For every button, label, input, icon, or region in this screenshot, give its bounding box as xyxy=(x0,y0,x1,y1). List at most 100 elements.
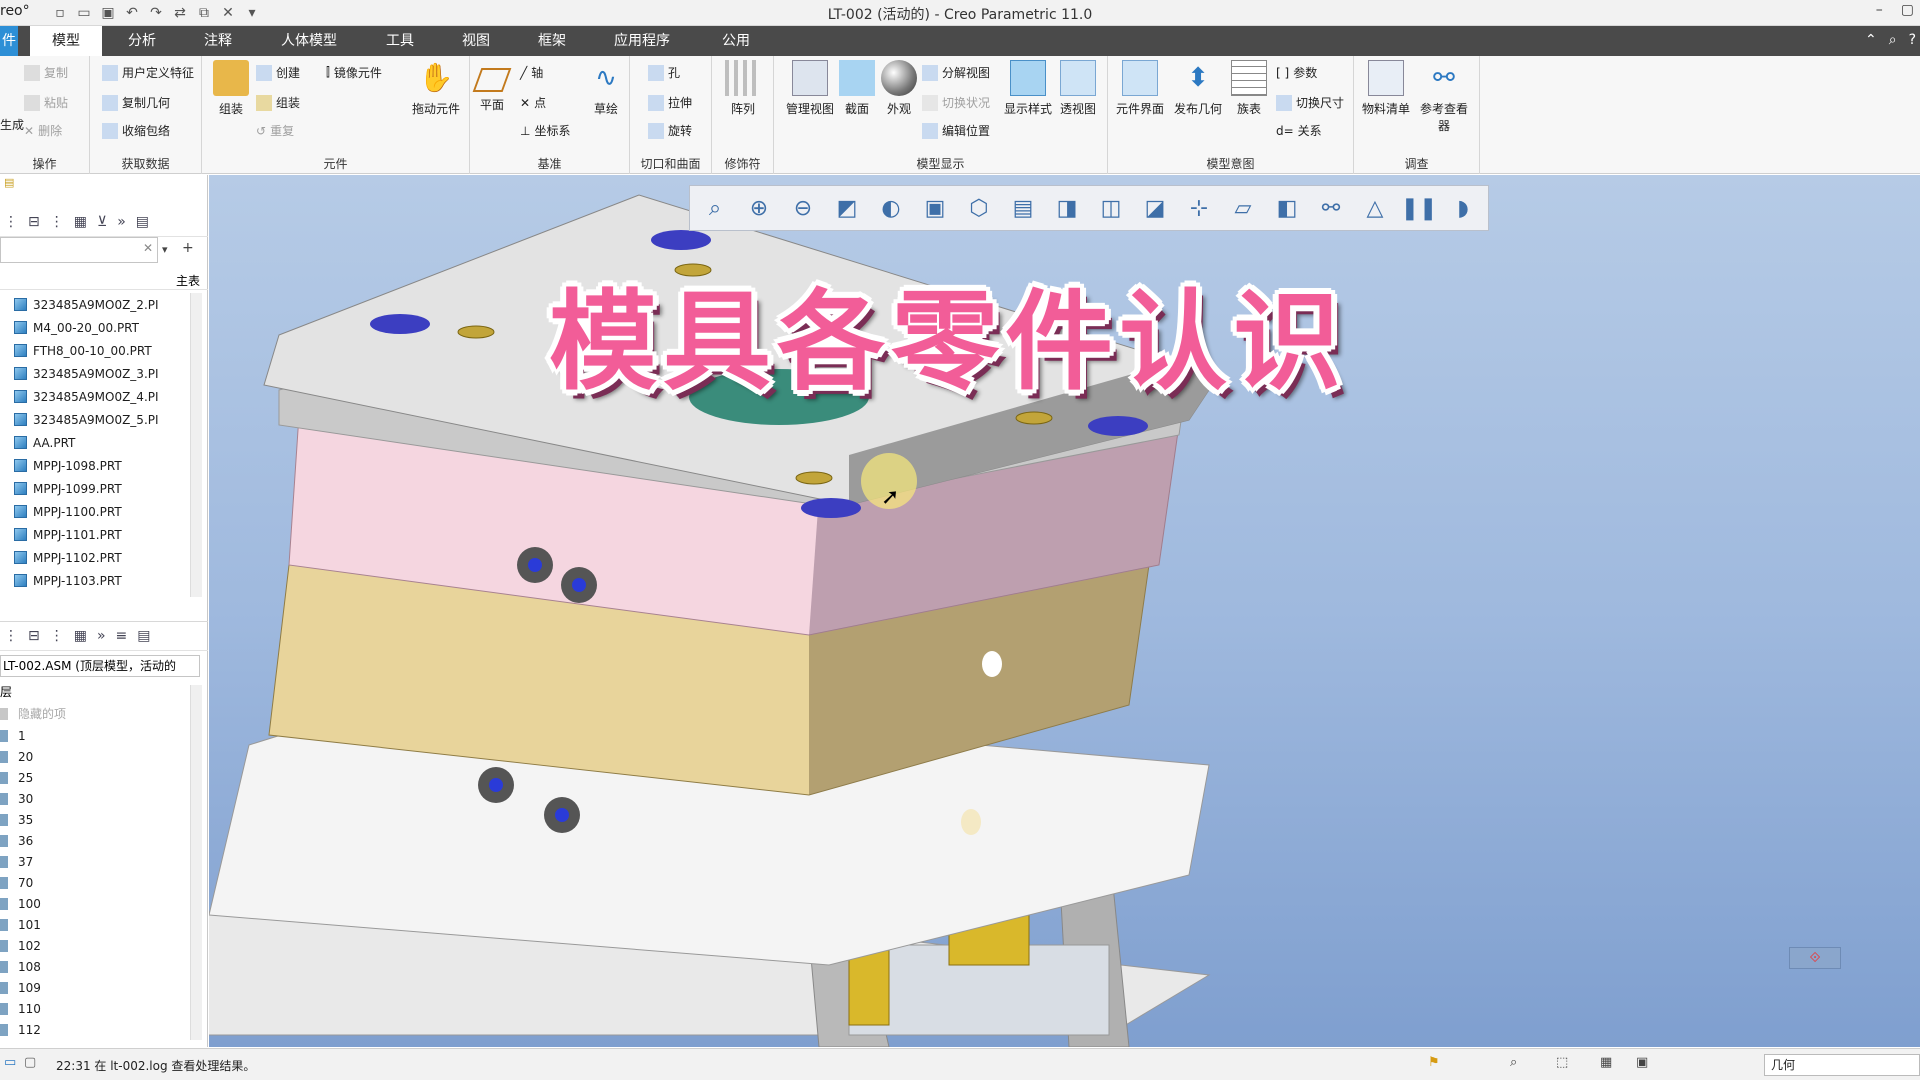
perspective-view-icon[interactable]: ◫ xyxy=(1094,191,1128,225)
sketch-button[interactable]: ∿ 草绘 xyxy=(584,60,628,117)
status-bar-toggle-icon[interactable]: ▭ xyxy=(4,1055,16,1070)
tab-framework[interactable]: 框架 xyxy=(520,26,584,56)
layer-more-icon[interactable]: » xyxy=(97,628,106,644)
tab-model[interactable]: 模型 xyxy=(30,26,102,56)
tree-settings-icon[interactable]: ⋮ xyxy=(4,214,18,230)
selection-filter-select[interactable]: 几何 xyxy=(1764,1054,1920,1076)
display-style-button[interactable]: 显示样式 xyxy=(1000,60,1056,117)
layer-properties-icon[interactable]: ▦ xyxy=(74,628,87,644)
view-manager-icon[interactable]: ▤ xyxy=(1006,191,1040,225)
tree-search-input[interactable]: ✕ xyxy=(0,237,158,263)
layer-settings-icon[interactable]: ⋮ xyxy=(4,628,18,644)
maximize-icon[interactable]: ▢ xyxy=(1901,2,1914,18)
perspective-button[interactable]: 透视图 xyxy=(1050,60,1106,117)
search-icon[interactable]: ⌕ xyxy=(1889,32,1897,48)
layer-item[interactable]: 25 xyxy=(0,767,190,788)
tree-item[interactable]: 323485A9MO0Z_4.PI xyxy=(0,385,190,408)
clear-search-icon[interactable]: ✕ xyxy=(143,241,153,255)
group-label-investigate[interactable]: 调查 xyxy=(1354,155,1479,172)
new-file-icon[interactable]: ▫ xyxy=(50,3,70,23)
layer-expand-icon[interactable]: ⊟ xyxy=(28,628,40,644)
create-component-button[interactable]: 创建 xyxy=(256,64,300,81)
layer-tree-scrollbar[interactable] xyxy=(190,685,202,1040)
section-view-icon[interactable]: ◨ xyxy=(1050,191,1084,225)
layer-columns-icon[interactable]: ⋮ xyxy=(50,628,64,644)
udf-button[interactable]: 用户定义特征 xyxy=(102,64,194,81)
appearance-button[interactable]: 外观 xyxy=(878,60,920,117)
layer-item[interactable]: 20 xyxy=(0,746,190,767)
customize-qat-icon[interactable]: ▾ xyxy=(242,3,262,23)
layer-item[interactable]: 37 xyxy=(0,851,190,872)
copy-geometry-button[interactable]: 复制几何 xyxy=(102,94,170,111)
layer-item[interactable]: 112 xyxy=(0,1019,190,1040)
layer-item[interactable]: 30 xyxy=(0,788,190,809)
pattern-button[interactable]: 阵列 xyxy=(715,60,771,117)
datum-planes-icon[interactable]: ◪ xyxy=(1138,191,1172,225)
model-tree-tab-icon[interactable]: ▤ xyxy=(4,176,14,189)
axis-button[interactable]: ╱ 轴 xyxy=(520,64,543,81)
datum-display-icon[interactable]: ⊹ xyxy=(1182,191,1216,225)
group-label-cut-surface[interactable]: 切口和曲面 xyxy=(630,155,711,172)
window-switch-icon[interactable]: ⧉ xyxy=(194,3,214,23)
toggle-panel-icon[interactable]: ◗ xyxy=(1446,191,1480,225)
close-window-icon[interactable]: ✕ xyxy=(218,3,238,23)
zoom-in-icon[interactable]: ⊕ xyxy=(742,191,776,225)
spin-center-icon[interactable]: ▱ xyxy=(1226,191,1260,225)
switch-dimensions-button[interactable]: 切换尺寸 xyxy=(1276,94,1344,111)
tab-file[interactable]: 件 xyxy=(0,26,18,56)
input-method-widget[interactable]: ⟐ xyxy=(1789,947,1841,969)
exploded-view-button[interactable]: 分解视图 xyxy=(922,64,990,81)
bom-button[interactable]: 物料清单 xyxy=(1358,60,1414,117)
connect-icon[interactable]: ⚯ xyxy=(1314,191,1348,225)
relations-button[interactable]: d= 关系 xyxy=(1276,122,1322,139)
group-label-model-intent[interactable]: 模型意图 xyxy=(1108,155,1353,172)
search-dropdown-icon[interactable]: ▾ xyxy=(162,243,168,256)
tree-filter-icon[interactable]: ▦ xyxy=(74,214,87,230)
tab-tools[interactable]: 工具 xyxy=(368,26,432,56)
layer-item[interactable]: 102 xyxy=(0,935,190,956)
drag-components-button[interactable]: ✋ 拖动元件 xyxy=(408,60,464,117)
publish-geometry-button[interactable]: ⬍ 发布几何 xyxy=(1170,60,1226,117)
layer-item[interactable]: 1 xyxy=(0,725,190,746)
render-style-icon[interactable]: ◐ xyxy=(874,191,908,225)
tab-common[interactable]: 公用 xyxy=(696,26,776,56)
tab-annotate[interactable]: 注释 xyxy=(186,26,250,56)
hidden-items-row[interactable]: 隐藏的项 xyxy=(0,703,190,724)
regenerate-button[interactable]: 生成 xyxy=(0,116,24,133)
edit-position-button[interactable]: 编辑位置 xyxy=(922,122,990,139)
paste-button[interactable]: 粘贴 xyxy=(24,94,68,111)
tree-item[interactable]: MPPJ-1098.PRT xyxy=(0,454,190,477)
section-button[interactable]: 截面 xyxy=(834,60,880,117)
repaint-icon[interactable]: ◩ xyxy=(830,191,864,225)
tree-sort-icon[interactable]: ⊻ xyxy=(97,214,107,230)
hole-button[interactable]: 孔 xyxy=(648,64,680,81)
tree-expand-icon[interactable]: ⊟ xyxy=(28,214,40,230)
parameters-button[interactable]: [ ] 参数 xyxy=(1276,64,1317,81)
zoom-out-icon[interactable]: ⊖ xyxy=(786,191,820,225)
undo-icon[interactable]: ↶ xyxy=(122,3,142,23)
group-label-modifiers[interactable]: 修饰符 xyxy=(712,155,773,172)
display-style-icon[interactable]: ▣ xyxy=(918,191,952,225)
tree-item[interactable]: FTH8_00-10_00.PRT xyxy=(0,339,190,362)
tree-item[interactable]: M4_00-20_00.PRT xyxy=(0,316,190,339)
manage-views-button[interactable]: 管理视图 xyxy=(782,60,838,117)
layer-item[interactable]: 110 xyxy=(0,998,190,1019)
coordinate-system-button[interactable]: ⊥ 坐标系 xyxy=(520,122,570,139)
layer-item[interactable]: 101 xyxy=(0,914,190,935)
find-icon[interactable]: ⌕ xyxy=(1510,1055,1517,1070)
mirror-component-button[interactable]: ⫿ 镜像元件 xyxy=(326,64,382,81)
saved-views-icon[interactable]: ⬡ xyxy=(962,191,996,225)
group-label-components[interactable]: 元件 xyxy=(202,155,469,172)
graphics-viewport[interactable]: ⌕ ⊕ ⊖ ◩ ◐ ▣ ⬡ ▤ ◨ ◫ ◪ ⊹ ▱ ◧ ⚯ △ ❚❚ ◗ 模具各… xyxy=(209,175,1920,1047)
redo-icon[interactable]: ↷ xyxy=(146,3,166,23)
tab-view[interactable]: 视图 xyxy=(444,26,508,56)
tab-applications[interactable]: 应用程序 xyxy=(600,26,684,56)
tree-item[interactable]: 323485A9MO0Z_5.PI xyxy=(0,408,190,431)
message-log-icon[interactable]: ▢ xyxy=(24,1055,36,1070)
revolve-button[interactable]: 旋转 xyxy=(648,122,692,139)
group-label-datum[interactable]: 基准 xyxy=(470,155,629,172)
minimize-icon[interactable]: – xyxy=(1876,2,1883,18)
active-layer-object-select[interactable]: LT-002.ASM (顶层模型，活动的 xyxy=(0,655,200,677)
assemble-button[interactable]: 组装 xyxy=(256,94,300,111)
pause-icon[interactable]: ❚❚ xyxy=(1401,191,1438,225)
